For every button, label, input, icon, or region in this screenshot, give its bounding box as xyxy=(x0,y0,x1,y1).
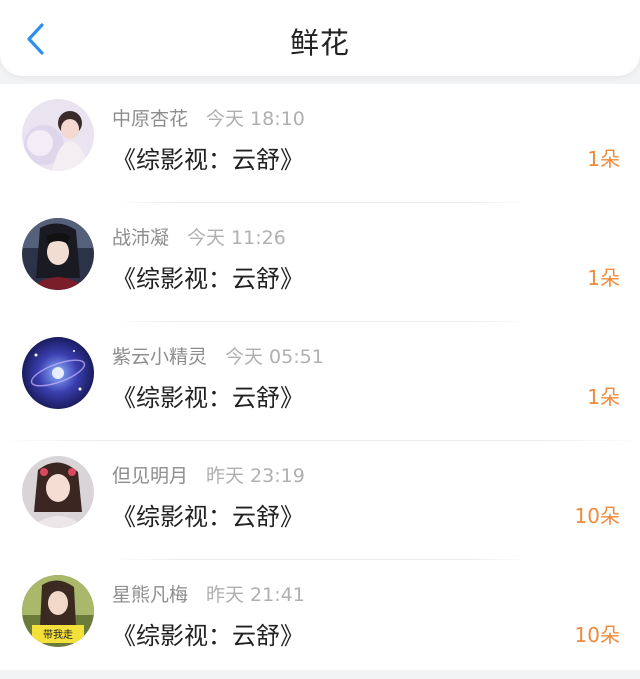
list-item[interactable]: 紫云小精灵 今天 05:51 《综影视：云舒》 1朵 xyxy=(0,322,640,441)
item-meta: 紫云小精灵 今天 05:51 xyxy=(112,342,324,369)
book-title: 《综影视：云舒》 xyxy=(112,384,304,412)
timestamp: 今天 18:10 xyxy=(206,108,305,130)
avatar[interactable] xyxy=(22,99,94,171)
list-item[interactable]: 战沛凝 今天 11:26 《综影视：云舒》 1朵 xyxy=(0,203,640,322)
timestamp: 昨天 23:19 xyxy=(206,465,305,487)
timestamp: 昨天 21:41 xyxy=(206,584,305,606)
page-title: 鲜花 xyxy=(289,26,350,60)
user-name: 但见明月 xyxy=(112,465,189,487)
item-meta: 但见明月 昨天 23:19 xyxy=(112,461,305,488)
item-meta: 中原杏花 今天 18:10 xyxy=(112,104,305,131)
user-name: 战沛凝 xyxy=(112,227,170,249)
book-title: 《综影视：云舒》 xyxy=(112,503,304,531)
user-name: 星熊凡梅 xyxy=(112,584,189,606)
timestamp: 今天 11:26 xyxy=(187,227,286,249)
top-bar: 鲜花 xyxy=(0,0,640,76)
book-title: 《综影视：云舒》 xyxy=(112,265,304,293)
book-title: 《综影视：云舒》 xyxy=(112,146,304,174)
flower-list: 中原杏花 今天 18:10 《综影视：云舒》 1朵 战沛凝 今天 11:26 《综影… xyxy=(0,84,640,670)
avatar[interactable] xyxy=(22,456,94,528)
avatar[interactable]: 带我走 xyxy=(22,575,94,647)
item-meta: 星熊凡梅 昨天 21:41 xyxy=(112,580,305,607)
user-name: 中原杏花 xyxy=(112,108,189,130)
book-title: 《综影视：云舒》 xyxy=(112,622,304,650)
flower-count: 1朵 xyxy=(587,385,620,409)
avatar[interactable] xyxy=(22,218,94,290)
flower-count: 1朵 xyxy=(587,147,620,171)
flower-count: 10朵 xyxy=(574,623,620,647)
flower-count: 10朵 xyxy=(574,504,620,528)
list-item[interactable]: 但见明月 昨天 23:19 《综影视：云舒》 10朵 xyxy=(0,441,640,560)
list-item[interactable]: 中原杏花 今天 18:10 《综影视：云舒》 1朵 xyxy=(0,84,640,203)
list-item[interactable]: 带我走 星熊凡梅 昨天 21:41 《综影视：云舒》 10朵 xyxy=(0,560,640,679)
avatar-badge-text: 带我走 xyxy=(43,629,73,641)
avatar[interactable] xyxy=(22,337,94,409)
timestamp: 今天 05:51 xyxy=(225,346,324,368)
user-name: 紫云小精灵 xyxy=(112,346,208,368)
item-meta: 战沛凝 今天 11:26 xyxy=(112,223,286,250)
flower-count: 1朵 xyxy=(587,266,620,290)
